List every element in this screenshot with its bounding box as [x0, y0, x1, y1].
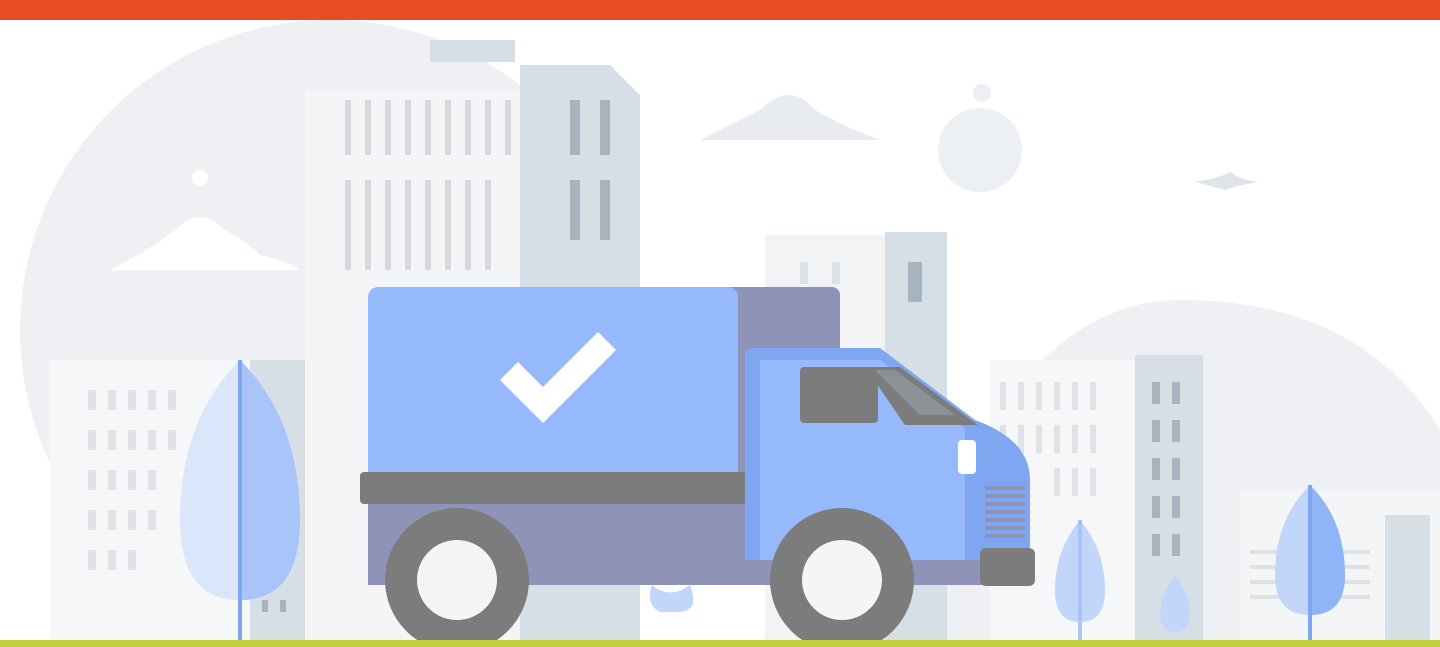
moon-icon	[938, 108, 1022, 192]
small-moon-icon	[973, 84, 991, 102]
cloud-icon-center	[700, 95, 880, 140]
star-dot-icon	[192, 170, 208, 186]
bird-icon	[1195, 172, 1258, 190]
delivery-banner	[0, 0, 1440, 647]
top-accent-bar	[0, 0, 1440, 20]
delivery-illustration	[20, 20, 1440, 640]
bottom-accent-bar	[0, 640, 1440, 647]
